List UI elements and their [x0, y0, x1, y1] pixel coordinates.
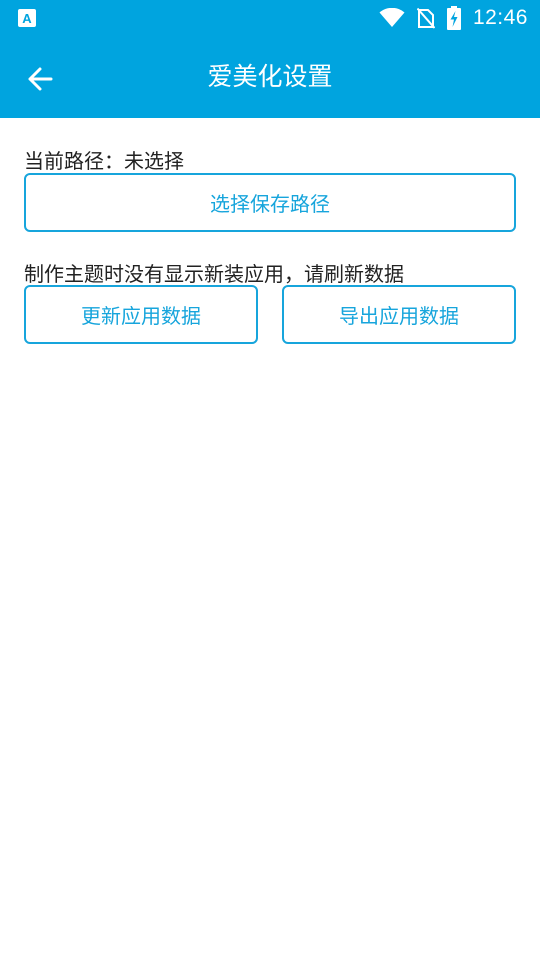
no-sim-icon: [416, 7, 435, 29]
battery-charging-icon: [446, 6, 461, 30]
page-title: 爱美化设置: [207, 62, 333, 91]
status-icons: 12:46: [379, 0, 528, 36]
export-app-data-button[interactable]: 导出应用数据: [282, 285, 516, 344]
refresh-hint-label: 制作主题时没有显示新装应用，请刷新数据: [24, 262, 404, 286]
notification-a-icon: A: [18, 9, 36, 27]
status-bar: A 12:46: [0, 0, 540, 36]
update-app-data-button[interactable]: 更新应用数据: [24, 285, 258, 344]
current-path-label: 当前路径：未选择: [24, 149, 184, 173]
svg-text:A: A: [22, 11, 32, 26]
wifi-icon: [379, 8, 405, 27]
toolbar: 爱美化设置: [0, 36, 540, 118]
status-time: 12:46: [472, 6, 528, 29]
select-save-path-button[interactable]: 选择保存路径: [24, 173, 516, 232]
